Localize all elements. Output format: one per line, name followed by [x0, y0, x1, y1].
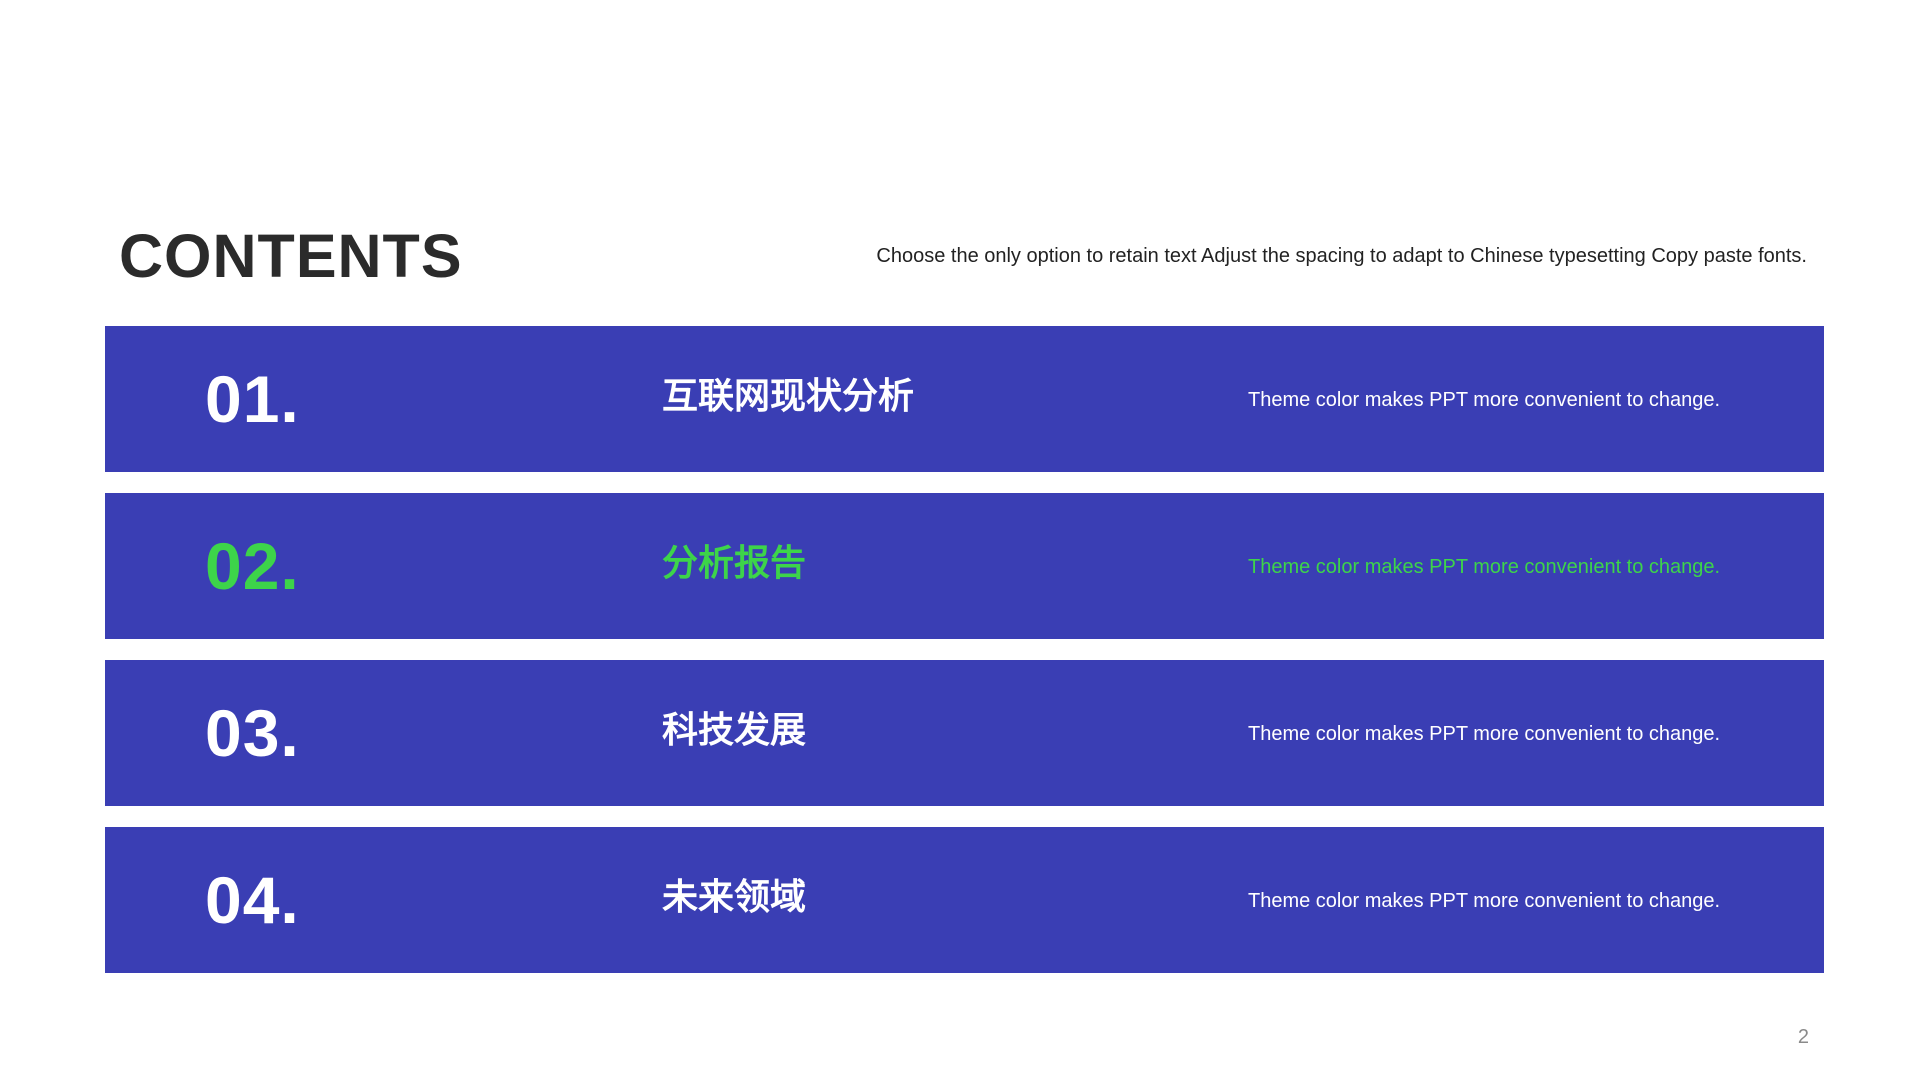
contents-item[interactable]: 02. 分析报告 Theme color makes PPT more conv… — [105, 493, 1824, 639]
item-title: 分析报告 — [662, 543, 807, 584]
contents-item[interactable]: 01. 互联网现状分析 Theme color makes PPT more c… — [105, 326, 1824, 472]
item-number: 03. — [205, 696, 300, 770]
item-number: 01. — [205, 362, 300, 436]
item-description: Theme color makes PPT more convenient to… — [1248, 723, 1721, 745]
item-title: 互联网现状分析 — [662, 376, 915, 417]
item-description: Theme color makes PPT more convenient to… — [1248, 556, 1721, 578]
item-description: Theme color makes PPT more convenient to… — [1248, 389, 1721, 411]
item-number: 04. — [205, 863, 300, 937]
page-number: 2 — [1797, 1026, 1809, 1048]
contents-item[interactable]: 03. 科技发展 Theme color makes PPT more conv… — [105, 660, 1824, 806]
slide-subtitle: Choose the only option to retain text Ad… — [876, 245, 1807, 267]
item-title: 科技发展 — [662, 710, 807, 751]
contents-list: 01. 互联网现状分析 Theme color makes PPT more c… — [105, 326, 1824, 994]
item-title: 未来领域 — [662, 877, 807, 918]
slide-title: CONTENTS — [119, 222, 463, 290]
item-description: Theme color makes PPT more convenient to… — [1248, 890, 1721, 912]
slide: CONTENTS Choose the only option to retai… — [0, 0, 1920, 1080]
contents-item[interactable]: 04. 未来领域 Theme color makes PPT more conv… — [105, 827, 1824, 973]
item-number: 02. — [205, 529, 300, 603]
